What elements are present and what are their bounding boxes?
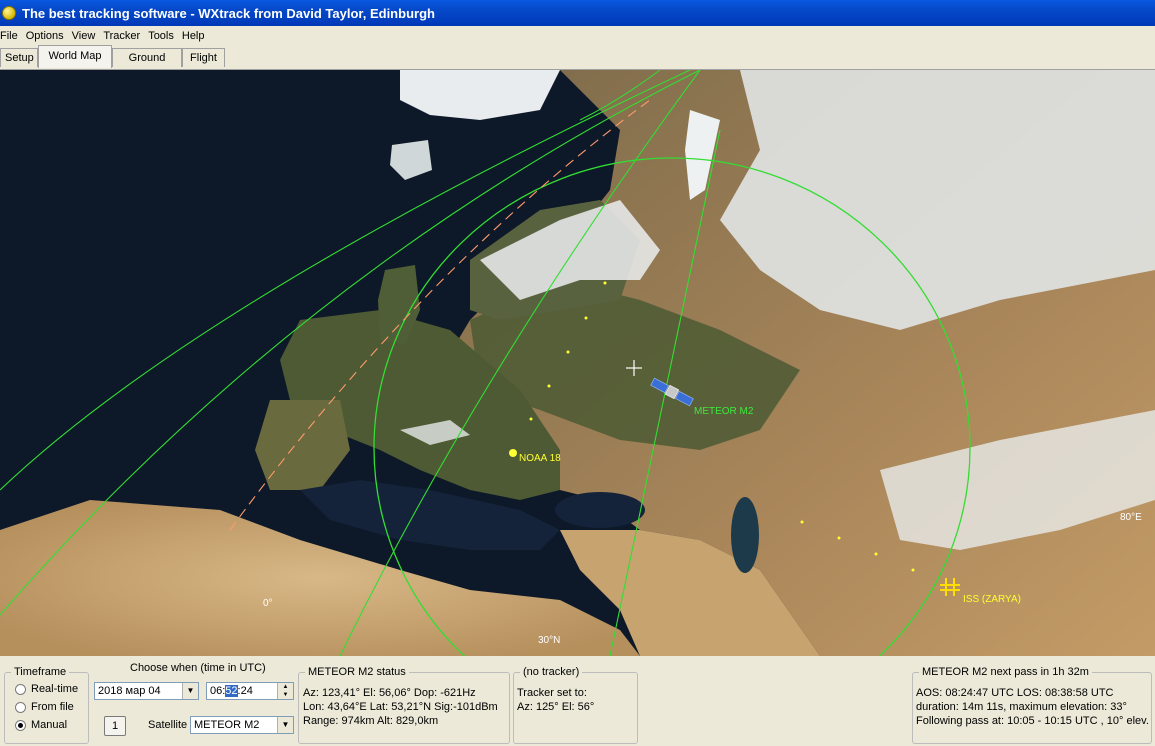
world-map[interactable]: METEOR M2 NOAA 18 ISS (ZARYA) 0° 30°N 80… (0, 70, 1155, 656)
app-icon[interactable] (2, 6, 16, 20)
menu-file[interactable]: File (0, 30, 23, 42)
station-dot (547, 384, 551, 388)
radio-fromfile-circle[interactable] (15, 701, 26, 713)
next-pass-title: METEOR M2 next pass in 1h 32m (919, 666, 1092, 678)
title-bar[interactable]: The best tracking software - WXtrack fro… (0, 0, 1155, 26)
lat-30n-label: 30°N (538, 635, 561, 646)
station-dot (566, 350, 570, 354)
station-dot (874, 552, 878, 556)
noaa18-label: NOAA 18 (519, 453, 561, 464)
radio-fromfile[interactable]: From file (15, 701, 74, 713)
date-picker[interactable]: 2018 мар 04 ▼ (94, 682, 199, 700)
radio-manual[interactable]: Manual (15, 719, 67, 731)
tab-flight[interactable]: Flight (182, 48, 225, 67)
status-line-2: Lon: 43,64°E Lat: 53,21°N Sig:-101dBm (303, 701, 498, 713)
station-dot (800, 520, 804, 524)
bottom-panel: Timeframe Real-time From file Manual Cho… (0, 656, 1155, 746)
status-title: METEOR M2 status (305, 666, 409, 678)
caspian-sea (731, 497, 759, 573)
lon-0-label: 0° (263, 598, 273, 609)
satellite-select[interactable]: METEOR M2 ▼ (190, 716, 294, 734)
timeframe-title: Timeframe (11, 666, 70, 678)
menu-view[interactable]: View (72, 30, 101, 42)
time-input[interactable]: 06:52:24 ▲ ▼ (206, 682, 294, 700)
radio-realtime[interactable]: Real-time (15, 683, 78, 695)
window-title: The best tracking software - WXtrack fro… (22, 5, 435, 21)
next-pass-line-1: AOS: 08:24:47 UTC LOS: 08:38:58 UTC (916, 687, 1114, 699)
station-dot (529, 417, 533, 421)
black-sea (555, 492, 645, 528)
spin-up-icon[interactable]: ▲ (278, 683, 293, 691)
status-group: METEOR M2 status Az: 123,41° El: 56,06° … (298, 666, 510, 744)
tracker-line-1: Tracker set to: (517, 687, 587, 699)
station-dot (837, 536, 841, 540)
next-pass-line-3: Following pass at: 10:05 - 10:15 UTC , 1… (916, 715, 1149, 727)
date-dropdown-icon[interactable]: ▼ (182, 683, 198, 699)
step-button[interactable]: 1 (104, 716, 126, 736)
menu-tools[interactable]: Tools (148, 30, 179, 42)
radio-realtime-label: Real-time (31, 683, 79, 695)
radio-manual-label: Manual (31, 719, 68, 731)
status-line-1: Az: 123,41° El: 56,06° Dop: -621Hz (303, 687, 476, 699)
map-canvas (0, 70, 1155, 656)
tracker-title: (no tracker) (520, 666, 583, 678)
station-dot (584, 316, 588, 320)
spin-down-icon[interactable]: ▼ (278, 691, 293, 699)
meteor-m2-label: METEOR M2 (694, 406, 754, 417)
radio-fromfile-label: From file (31, 701, 74, 713)
noaa18-marker-icon[interactable] (509, 449, 517, 457)
choose-when-label: Choose when (time in UTC) (130, 662, 266, 674)
menu-bar: File Options View Tracker Tools Help (0, 26, 1155, 45)
iss-label: ISS (ZARYA) (963, 594, 1021, 605)
menu-options[interactable]: Options (26, 30, 69, 42)
next-pass-line-2: duration: 14m 11s, maximum elevation: 33… (916, 701, 1127, 713)
tab-bar: Setup World Map Ground Path Flight (0, 45, 1155, 83)
tab-setup[interactable]: Setup (0, 48, 38, 67)
time-seconds: :24 (237, 685, 253, 697)
menu-tracker[interactable]: Tracker (103, 30, 145, 42)
radio-manual-circle[interactable] (15, 719, 26, 731)
satellite-label: Satellite (148, 719, 188, 731)
menu-help[interactable]: Help (182, 30, 210, 42)
tab-world-map[interactable]: World Map (38, 45, 112, 68)
timeframe-group: Timeframe Real-time From file Manual (4, 666, 89, 744)
station-dot (603, 281, 607, 285)
radio-realtime-circle[interactable] (15, 683, 26, 695)
station-dot (911, 568, 915, 572)
tracker-group: (no tracker) Tracker set to: Az: 125° El… (513, 666, 638, 744)
time-minutes-selected: 52 (225, 685, 238, 697)
tracker-line-2: Az: 125° El: 56° (517, 701, 595, 713)
status-line-3: Range: 974km Alt: 829,0km (303, 715, 439, 727)
date-value: 2018 мар 04 (98, 685, 161, 697)
time-spinner[interactable]: ▲ ▼ (277, 683, 293, 699)
next-pass-group: METEOR M2 next pass in 1h 32m AOS: 08:24… (912, 666, 1152, 744)
lon-80e-label: 80°E (1120, 512, 1142, 523)
satellite-value: METEOR M2 (194, 719, 260, 731)
tab-ground-path[interactable]: Ground Path (112, 48, 182, 83)
satellite-dropdown-icon[interactable]: ▼ (277, 717, 293, 733)
time-hours: 06: (210, 685, 226, 697)
